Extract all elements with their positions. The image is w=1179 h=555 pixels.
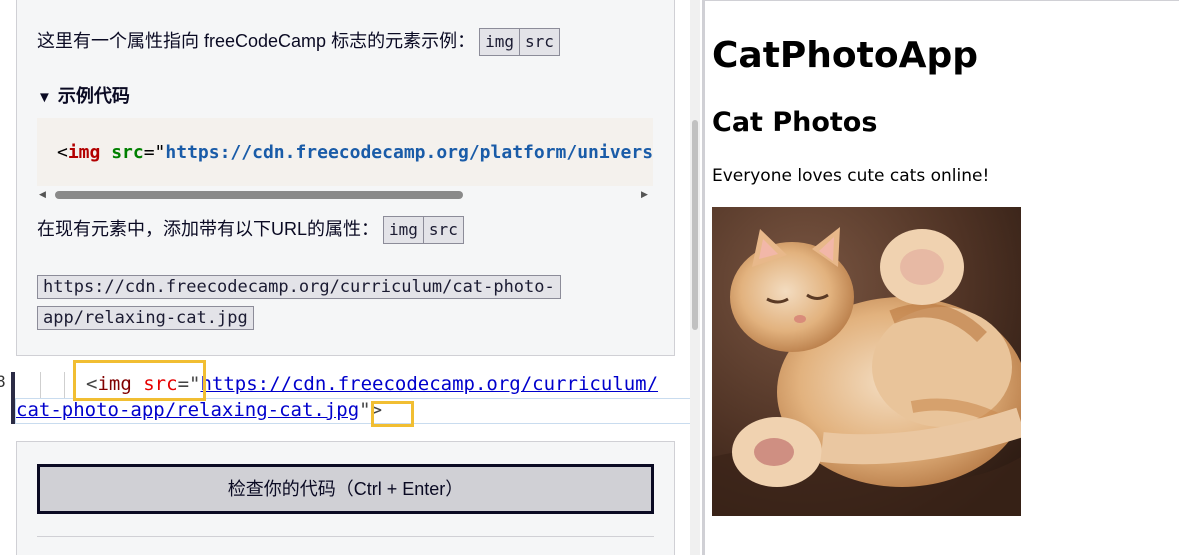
chip-src: src bbox=[518, 29, 559, 56]
details-label: 示例代码 bbox=[57, 86, 130, 106]
intro-code-chip: img src bbox=[479, 28, 560, 57]
indent-guide bbox=[64, 372, 65, 398]
intro-text: 这里有一个属性指向 freeCodeCamp 标志的元素示例： bbox=[37, 31, 476, 51]
task-text: 在现有元素中，添加带有以下URL的属性： bbox=[37, 219, 380, 239]
check-code-button[interactable]: 检查你的代码（Ctrl + Enter） bbox=[37, 464, 654, 514]
example-code-toggle[interactable]: ▼ 示例代码 bbox=[37, 84, 130, 110]
scroll-right-icon[interactable]: ▶ bbox=[641, 189, 648, 200]
editor-line-2[interactable]: cat-photo-app/relaxing-cat.jpg"> bbox=[16, 399, 382, 421]
code-horizontal-scrollbar[interactable]: ◀ ▶ bbox=[37, 186, 653, 202]
triangle-down-icon: ▼ bbox=[37, 89, 52, 106]
code-eq: =" bbox=[143, 142, 166, 163]
line-number: 8 bbox=[0, 372, 6, 391]
example-code-block: <img src="https://cdn.freecodecamp.org/p… bbox=[37, 118, 653, 186]
task-code-chip: img src bbox=[383, 216, 464, 245]
challenge-pane: 这里有一个属性指向 freeCodeCamp 标志的元素示例： img src ▼ 示… bbox=[0, 0, 702, 555]
code-attr: src bbox=[111, 142, 144, 163]
actions-panel: 检查你的代码（Ctrl + Enter） bbox=[16, 441, 675, 555]
preview-paragraph: Everyone loves cute cats online! bbox=[712, 166, 990, 186]
example-code-line: <img src="https://cdn.freecodecamp.org/p… bbox=[57, 142, 653, 163]
code-tag: img bbox=[67, 142, 101, 163]
preview-title: CatPhotoApp bbox=[712, 35, 979, 76]
instructions-panel: 这里有一个属性指向 freeCodeCamp 标志的元素示例： img src ▼ 示… bbox=[16, 0, 675, 356]
scroll-thumb[interactable] bbox=[55, 191, 463, 199]
url-code: https://cdn.freecodecamp.org/curriculum/… bbox=[37, 272, 585, 334]
chip-img: img bbox=[389, 220, 418, 240]
highlight-box-img-src bbox=[73, 360, 206, 401]
vertical-scroll-thumb[interactable] bbox=[692, 120, 698, 330]
intro-paragraph: 这里有一个属性指向 freeCodeCamp 标志的元素示例： img src bbox=[37, 28, 560, 57]
highlight-box-close bbox=[371, 401, 414, 427]
preview-pane: CatPhotoApp Cat Photos Everyone loves cu… bbox=[705, 0, 1179, 555]
preview-subtitle: Cat Photos bbox=[712, 107, 878, 138]
chip-src: src bbox=[422, 217, 463, 244]
indent-guide bbox=[40, 372, 41, 398]
editor-url-part1[interactable]: https://cdn.freecodecamp.org/curriculum/ bbox=[200, 373, 658, 395]
code-url: https://cdn.freecodecamp.org/platform/un… bbox=[165, 142, 653, 163]
cat-photo-image bbox=[712, 207, 1021, 516]
divider bbox=[37, 536, 654, 537]
url-value: https://cdn.freecodecamp.org/curriculum/… bbox=[37, 275, 561, 330]
code-bracket: < bbox=[57, 142, 68, 163]
task-paragraph: 在现有元素中，添加带有以下URL的属性： img src bbox=[37, 216, 464, 245]
editor-url-part2[interactable]: cat-photo-app/relaxing-cat.jpg bbox=[16, 399, 359, 421]
code-editor[interactable]: 8 <img src="https://cdn.freecodecamp.org… bbox=[0, 356, 697, 444]
chip-img: img bbox=[485, 32, 514, 52]
cat-photo bbox=[712, 207, 1021, 516]
scroll-left-icon[interactable]: ◀ bbox=[39, 189, 46, 200]
